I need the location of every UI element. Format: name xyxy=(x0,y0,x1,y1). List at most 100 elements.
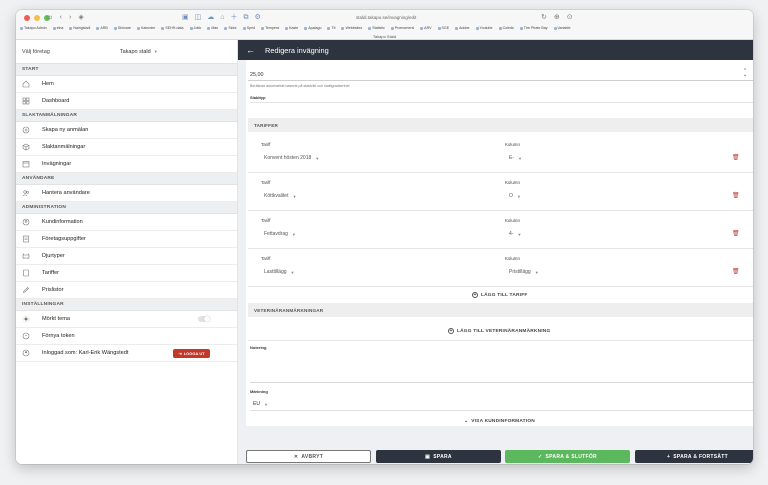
bookmark-item[interactable]: Kalender xyxy=(137,26,155,30)
sidebar-item-renew-token[interactable]: Förnya token xyxy=(16,328,237,345)
bookmark-item[interactable]: Youtube xyxy=(476,26,493,30)
add-vet-button[interactable]: + LÄGG TILL VETERINÄRANMÄRKNING xyxy=(448,328,550,334)
save-continue-button[interactable]: + SPARA & FORTSÄTT xyxy=(635,450,753,463)
bookmark-item[interactable]: Sprid xyxy=(243,26,255,30)
bookmark-item[interactable]: SEHH-data xyxy=(161,26,183,30)
sidebar-item-slaktanmalningar[interactable]: Slaktanmälningar xyxy=(16,139,237,156)
download-icon[interactable]: ⊙ xyxy=(567,13,573,23)
sidebar-toggle-icon[interactable]: ▭ xyxy=(46,13,53,23)
share-icon[interactable]: ⊕ xyxy=(554,13,560,23)
caret-down-icon: ▼ xyxy=(517,231,522,237)
user-icon xyxy=(22,349,30,357)
trash-icon[interactable]: 🗑 xyxy=(732,230,740,237)
section-divider xyxy=(248,340,753,341)
sidebar-item-dashboard[interactable]: Dashboard xyxy=(16,93,237,110)
tariff-select[interactable]: Fettavdrag ▼ xyxy=(264,231,296,237)
save-finish-button[interactable]: ✓ SPARA & SLUTFÖR xyxy=(505,450,630,463)
logout-button[interactable]: ⇥ LOGGA UT xyxy=(173,349,210,358)
tariff-select[interactable]: Köttkvalitet ▼ xyxy=(264,193,296,199)
bookmark-item[interactable]: Kaste xyxy=(285,26,298,30)
sidebar-item-tariffer[interactable]: Tariffer xyxy=(16,265,237,282)
bookmark-item[interactable]: Tlt xyxy=(327,26,335,30)
bookmark-item[interactable]: Man xyxy=(207,26,218,30)
notering-input[interactable] xyxy=(250,350,753,380)
tariff-label: Tariff xyxy=(261,218,271,223)
forward-icon[interactable]: › xyxy=(69,13,71,23)
browser-tab[interactable]: Takapo Stald xyxy=(16,33,753,40)
dark-theme-toggle[interactable] xyxy=(198,316,210,322)
back-arrow-icon[interactable]: ← xyxy=(246,45,255,55)
company-selector[interactable]: Välj företag Takapo stald ▼ xyxy=(16,40,237,64)
bookmark-item[interactable]: Variable xyxy=(554,26,571,30)
extension-icon[interactable]: ＋ xyxy=(230,13,237,23)
trash-icon[interactable]: 🗑 xyxy=(732,268,740,275)
bookmark-item[interactable]: Coleds xyxy=(499,26,514,30)
sidebar-item-foretagsuppgifter[interactable]: Företagsuppgifter xyxy=(16,231,237,248)
company-select[interactable]: Takapo stald ▼ xyxy=(120,49,158,55)
refresh-icon xyxy=(22,332,30,340)
extension-icon[interactable]: ⌂ xyxy=(220,13,224,23)
markning-select[interactable]: EU ▼ xyxy=(253,401,268,407)
tariff-select[interactable]: Konvent hösten 2018 ▼ xyxy=(264,155,319,161)
back-icon[interactable]: ‹ xyxy=(60,13,62,23)
check-icon: ✓ xyxy=(538,453,543,460)
bookmark-item[interactable]: Sidor xyxy=(224,26,236,30)
add-tariff-button[interactable]: + LÄGG TILL TARIFF xyxy=(472,292,527,298)
sidebar-item-users[interactable]: Hantera användare xyxy=(16,185,237,202)
minimize-window-button[interactable] xyxy=(34,15,40,21)
close-window-button[interactable] xyxy=(24,15,30,21)
bookmark-item[interactable]: Takapo Admin xyxy=(20,26,47,30)
bookmark-item[interactable]: ARV xyxy=(420,26,431,30)
shield-icon[interactable]: ◈ xyxy=(78,13,83,23)
trash-icon[interactable]: 🗑 xyxy=(732,154,740,161)
extension-icon[interactable]: ◫ xyxy=(195,13,202,23)
plus-circle-icon xyxy=(22,126,30,134)
kolumn-select[interactable]: Pristillägg ▼ xyxy=(509,269,539,275)
reload-icon[interactable]: ↻ xyxy=(541,13,547,23)
kolumn-select[interactable]: E- ▼ xyxy=(509,155,522,161)
sidebar-item-home[interactable]: Hem xyxy=(16,76,237,93)
kolumn-value: E- xyxy=(509,155,514,161)
caret-down-icon: ▼ xyxy=(516,193,521,199)
stepper-icon[interactable]: ⌃ ⌄ xyxy=(743,69,747,78)
bookmark-item[interactable]: The Pirate Bay xyxy=(520,26,548,30)
bookmark-item[interactable]: Promomersi xyxy=(391,26,414,30)
extension-icon[interactable]: ⚙ xyxy=(254,13,260,23)
markning-value: EU xyxy=(253,401,260,407)
sidebar-item-kundinformation[interactable]: Kundinformation xyxy=(16,214,237,231)
bookmark-item[interactable]: elna xyxy=(53,26,64,30)
add-vet-label: LÄGG TILL VETERINÄRANMÄRKNING xyxy=(457,328,551,334)
tariff-select[interactable]: Lasttillägg ▼ xyxy=(264,269,294,275)
address-bar[interactable]: staldi.takapo.se/invagning/edit xyxy=(356,13,416,23)
bookmark-item[interactable]: ARB xyxy=(96,26,107,30)
show-customer-toggle[interactable]: ⌄ VISA KUNDINFORMATION xyxy=(464,419,535,424)
caret-down-icon: ▼ xyxy=(518,155,522,161)
trash-icon[interactable]: 🗑 xyxy=(732,192,740,199)
sidebar-item-prislistor[interactable]: Prislistor xyxy=(16,282,237,299)
bookmark-item[interactable]: SGE xyxy=(438,26,450,30)
bookmark-item[interactable]: Jobb xyxy=(190,26,202,30)
sidebar-item-dark-theme[interactable]: Mörkt tema xyxy=(16,311,237,328)
sidebar: Välj företag Takapo stald ▼ START Hem Da… xyxy=(16,40,238,464)
kolumn-label: Kolumn xyxy=(505,142,520,147)
extension-icon[interactable]: ⧉ xyxy=(243,13,248,23)
bookmark-item[interactable]: Tempera xyxy=(261,26,279,30)
input-underline xyxy=(248,80,753,81)
bookmark-item[interactable]: Statistic xyxy=(368,26,385,30)
kolumn-select[interactable]: O ▼ xyxy=(509,193,521,199)
save-button[interactable]: ▣ SPARA xyxy=(376,450,501,463)
kolumn-select[interactable]: 4- ▼ xyxy=(509,231,521,237)
extension-icon[interactable]: ☁ xyxy=(207,13,214,23)
bookmark-item[interactable]: Skrivare xyxy=(114,26,131,30)
cancel-button[interactable]: ✕ AVBRYT xyxy=(246,450,371,463)
sidebar-item-create[interactable]: Skapa ny anmälan xyxy=(16,122,237,139)
sidebar-item-djurtyper[interactable]: Djurtyper xyxy=(16,248,237,265)
value-input[interactable]: 25,00 xyxy=(250,72,264,78)
sidebar-item-invagningar[interactable]: Invägningar xyxy=(16,156,237,173)
bookmark-item[interactable]: Naingstadl xyxy=(69,26,90,30)
bookmark-item[interactable]: Apalago xyxy=(304,26,321,30)
bookmark-item[interactable]: Webbsites xyxy=(341,26,362,30)
animal-icon xyxy=(22,252,30,260)
extension-icon[interactable]: ▣ xyxy=(182,13,189,23)
bookmark-item[interactable]: Adobe xyxy=(455,26,469,30)
